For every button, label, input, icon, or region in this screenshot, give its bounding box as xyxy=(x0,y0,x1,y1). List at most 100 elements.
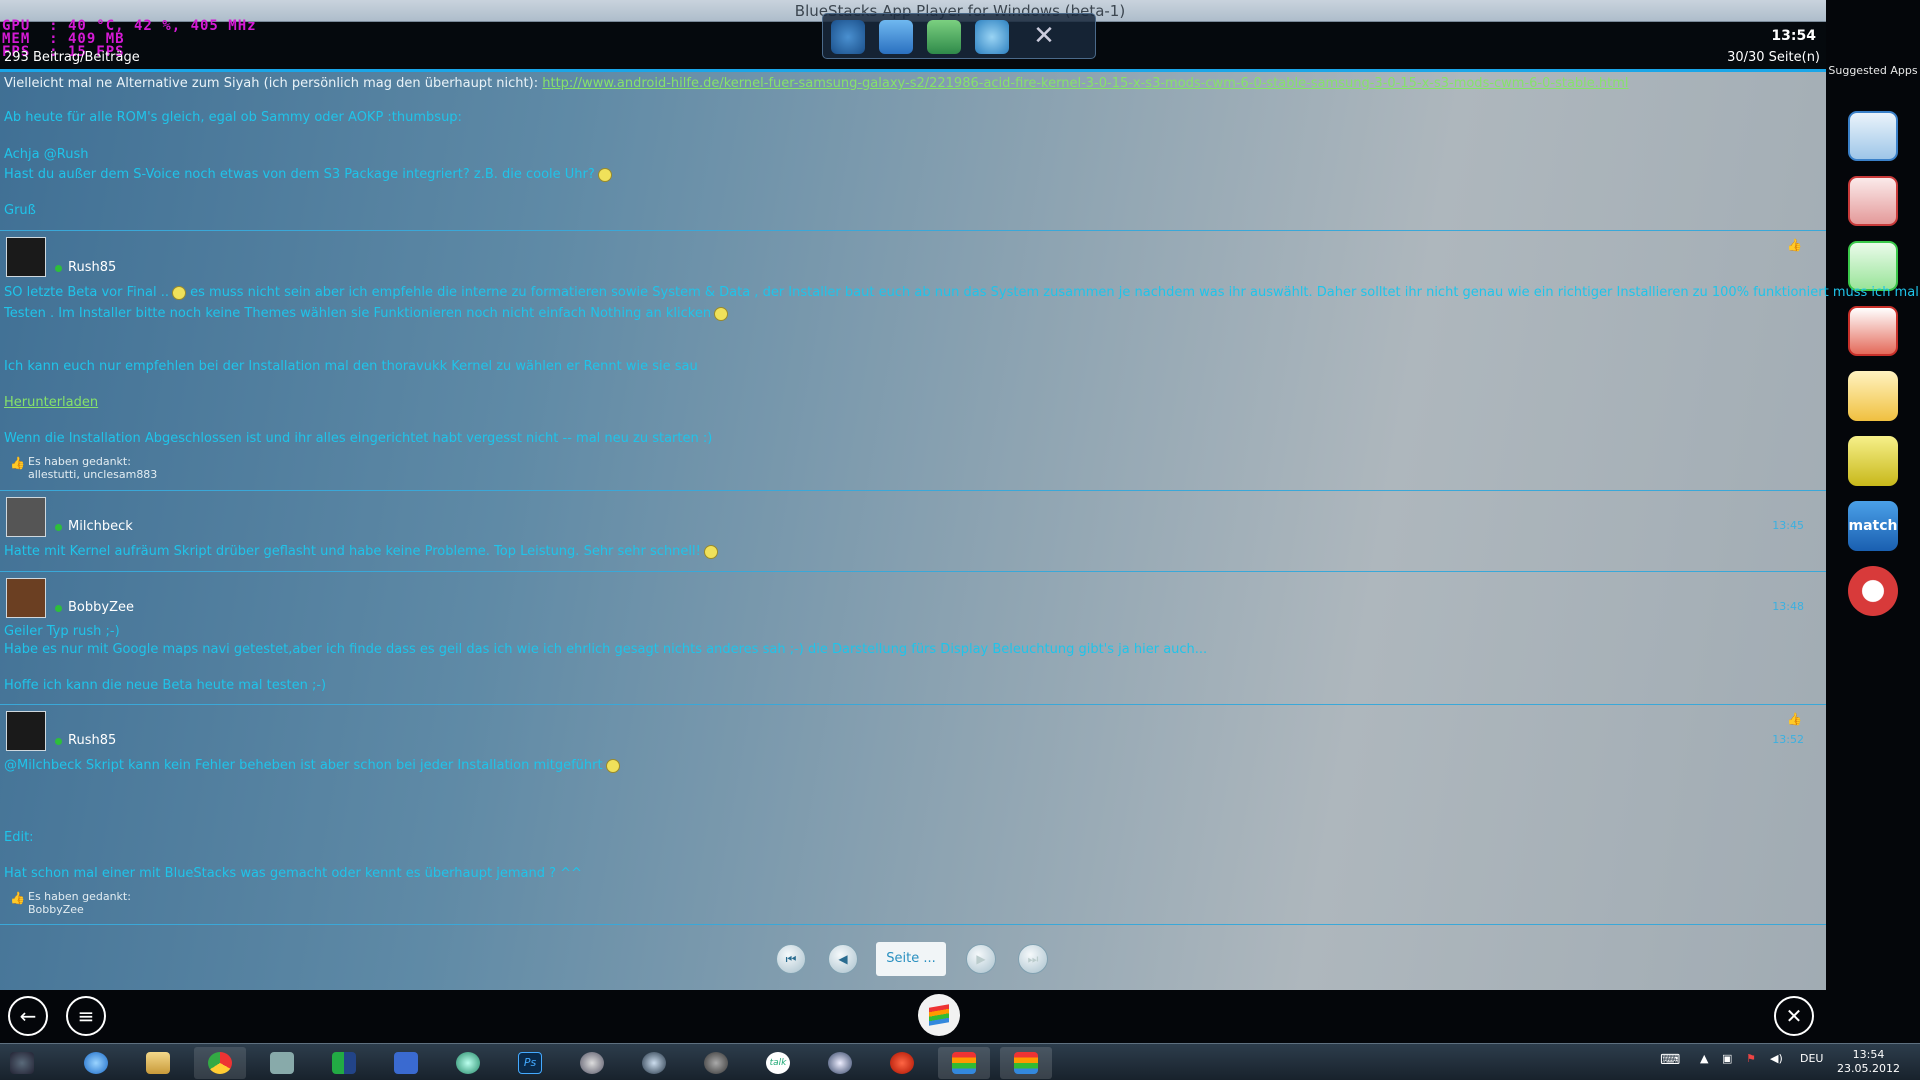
thanks-block: Es haben gedankt: allestutti, unclesam883 xyxy=(28,455,157,481)
avatar[interactable] xyxy=(6,497,46,537)
post-separator xyxy=(0,490,1826,491)
online-status-icon xyxy=(55,605,62,612)
android-nav-bar: ← ≡ ✕ xyxy=(0,990,1826,1043)
sound-app-icon[interactable] xyxy=(628,1047,680,1079)
thanks-block: Es haben gedankt: BobbyZee xyxy=(28,890,131,916)
action-center-icon[interactable]: ⚑ xyxy=(1746,1052,1756,1065)
taskbar-date: 23.05.2012 xyxy=(1837,1062,1900,1075)
bluestacks-agent-icon[interactable] xyxy=(1000,1047,1052,1079)
close-launcher-icon[interactable]: ✕ xyxy=(1027,20,1061,54)
post-separator xyxy=(0,704,1826,705)
chat-bubble-icon[interactable] xyxy=(1848,436,1898,486)
next-page-button[interactable]: ▶ xyxy=(966,944,996,974)
talk-label: talk xyxy=(766,1052,790,1074)
cloud-connect-icon[interactable] xyxy=(975,20,1009,54)
thanks-thumb-icon[interactable]: 👍 xyxy=(1787,238,1802,252)
post5-line1: @Milchbeck Skript kann kein Fehler beheb… xyxy=(4,758,620,773)
post1-line4: Hast du außer dem S-Voice noch etwas von… xyxy=(4,167,612,182)
back-arrow-icon[interactable]: ← xyxy=(8,996,48,1036)
menu-icon[interactable]: ≡ xyxy=(66,996,106,1036)
suggested-apps-title: Suggested Apps xyxy=(1828,64,1918,77)
post3-time: 13:45 xyxy=(1772,519,1804,532)
bluestacks-home-icon[interactable] xyxy=(918,994,960,1036)
status-clock: 13:54 xyxy=(1771,28,1816,44)
bluestacks-launcher: ✕ xyxy=(822,13,1096,59)
first-page-button[interactable]: ⏮ xyxy=(776,944,806,974)
online-status-icon xyxy=(55,265,62,272)
thanks-label: Es haben gedankt: xyxy=(28,890,131,903)
smiley-icon xyxy=(171,285,186,300)
match-app-icon[interactable]: match xyxy=(1848,501,1898,551)
volume-icon[interactable]: ◀) xyxy=(1770,1052,1783,1065)
network-tool-icon[interactable] xyxy=(256,1047,308,1079)
page-counter: 30/30 Seite(n) xyxy=(1727,50,1820,65)
start-button[interactable] xyxy=(0,1047,44,1079)
keyboard-icon[interactable]: ⌨ xyxy=(1660,1052,1680,1068)
download-link[interactable]: Herunterladen xyxy=(4,395,98,410)
app-icon-1[interactable] xyxy=(1848,111,1898,161)
google-talk-icon[interactable]: talk xyxy=(752,1047,804,1079)
opera-icon[interactable] xyxy=(876,1047,928,1079)
taskbar-time: 13:54 xyxy=(1852,1048,1885,1061)
online-status-icon xyxy=(55,738,62,745)
thanks-users: allestutti, unclesam883 xyxy=(28,468,158,481)
bluestacks-taskbar-icon[interactable] xyxy=(938,1047,990,1079)
post5-time: 13:52 xyxy=(1772,733,1804,746)
media-player-icon[interactable] xyxy=(814,1047,866,1079)
app-store-icon[interactable] xyxy=(927,20,961,54)
app-icon-4[interactable] xyxy=(1848,306,1898,356)
teddy-bear-icon[interactable] xyxy=(1848,371,1898,421)
taskbar-clock[interactable]: 13:54 23.05.2012 xyxy=(1837,1048,1900,1076)
photoshop-icon[interactable]: Ps xyxy=(504,1047,556,1079)
previous-page-button[interactable]: ◀ xyxy=(828,944,858,974)
post4-username[interactable]: BobbyZee xyxy=(68,600,134,615)
post1-line2: Ab heute für alle ROM's gleich, egal ob … xyxy=(4,110,462,125)
thanks-label: Es haben gedankt: xyxy=(28,455,131,468)
network-status-icon[interactable]: ▣ xyxy=(1722,1052,1732,1065)
avatar[interactable] xyxy=(6,578,46,618)
app-icon-3[interactable] xyxy=(1848,241,1898,291)
app-icon-2[interactable] xyxy=(1848,176,1898,226)
post4-line2: Habe es nur mit Google maps navi geteste… xyxy=(4,642,1208,657)
post5-username[interactable]: Rush85 xyxy=(68,733,116,748)
post1-line1: Vielleicht mal ne Alternative zum Siyah … xyxy=(4,76,1629,91)
avatar[interactable] xyxy=(6,237,46,277)
post1-text: Vielleicht mal ne Alternative zum Siyah … xyxy=(4,76,539,91)
post2-line4: Wenn die Installation Abgeschlossen ist … xyxy=(4,431,713,446)
settings-tools-icon[interactable]: ✕ xyxy=(1774,996,1814,1036)
favorites-star-icon[interactable] xyxy=(879,20,913,54)
explorer-folder-icon[interactable] xyxy=(132,1047,184,1079)
post5-line3: Hat schon mal einer mit BlueStacks was g… xyxy=(4,866,582,881)
internet-explorer-icon[interactable] xyxy=(70,1047,122,1079)
page-select-button[interactable]: Seite ... xyxy=(876,942,946,976)
bluestacks-window: { "window": {"title": "BlueStacks App Pl… xyxy=(0,0,1920,1080)
app-icon-8[interactable] xyxy=(1848,566,1898,616)
post3-username[interactable]: Milchbeck xyxy=(68,519,133,534)
smiley-icon xyxy=(605,758,620,773)
last-page-button[interactable]: ⏭ xyxy=(1018,944,1048,974)
thanks-thumb-icon[interactable]: 👍 xyxy=(1787,712,1802,726)
post2-line3: Ich kann euch nur empfehlen bei der Inst… xyxy=(4,359,698,374)
show-hidden-icons-icon[interactable]: ▲ xyxy=(1700,1052,1708,1065)
pagination-bar: ⏮ ◀ Seite ... ▶ ⏭ xyxy=(0,925,1826,989)
post1-link[interactable]: http://www.android-hilfe.de/kernel-fuer-… xyxy=(542,76,1628,91)
windows-taskbar: Ps talk ⌨ ▲ ▣ ⚑ ◀) DEU 13:54 23.05.2012 xyxy=(0,1043,1920,1080)
suggested-apps-sidebar: Suggested Apps match xyxy=(1826,0,1920,1043)
apps-grid-icon[interactable] xyxy=(831,20,865,54)
post2-username[interactable]: Rush85 xyxy=(68,260,116,275)
avatar[interactable] xyxy=(6,711,46,751)
thanks-thumb-icon: 👍 xyxy=(10,456,25,470)
chrome-icon[interactable] xyxy=(194,1047,246,1079)
save-disk-icon[interactable] xyxy=(380,1047,432,1079)
post1-line4-text: Hast du außer dem S-Voice noch etwas von… xyxy=(4,167,595,182)
post3-line1: Hatte mit Kernel aufräum Skript drüber g… xyxy=(4,544,718,559)
header-accent-line xyxy=(0,69,1826,72)
steam-icon[interactable] xyxy=(690,1047,742,1079)
system-tool-icon[interactable] xyxy=(566,1047,618,1079)
blocks-app-icon[interactable] xyxy=(318,1047,370,1079)
language-indicator[interactable]: DEU xyxy=(1800,1052,1823,1065)
post4-line1: Geiler Typ rush ;-) xyxy=(4,624,120,639)
globe-app-icon[interactable] xyxy=(442,1047,494,1079)
post4-line3: Hoffe ich kann die neue Beta heute mal t… xyxy=(4,678,327,693)
post2-line2-text: Testen . Im Installer bitte noch keine T… xyxy=(4,306,712,321)
